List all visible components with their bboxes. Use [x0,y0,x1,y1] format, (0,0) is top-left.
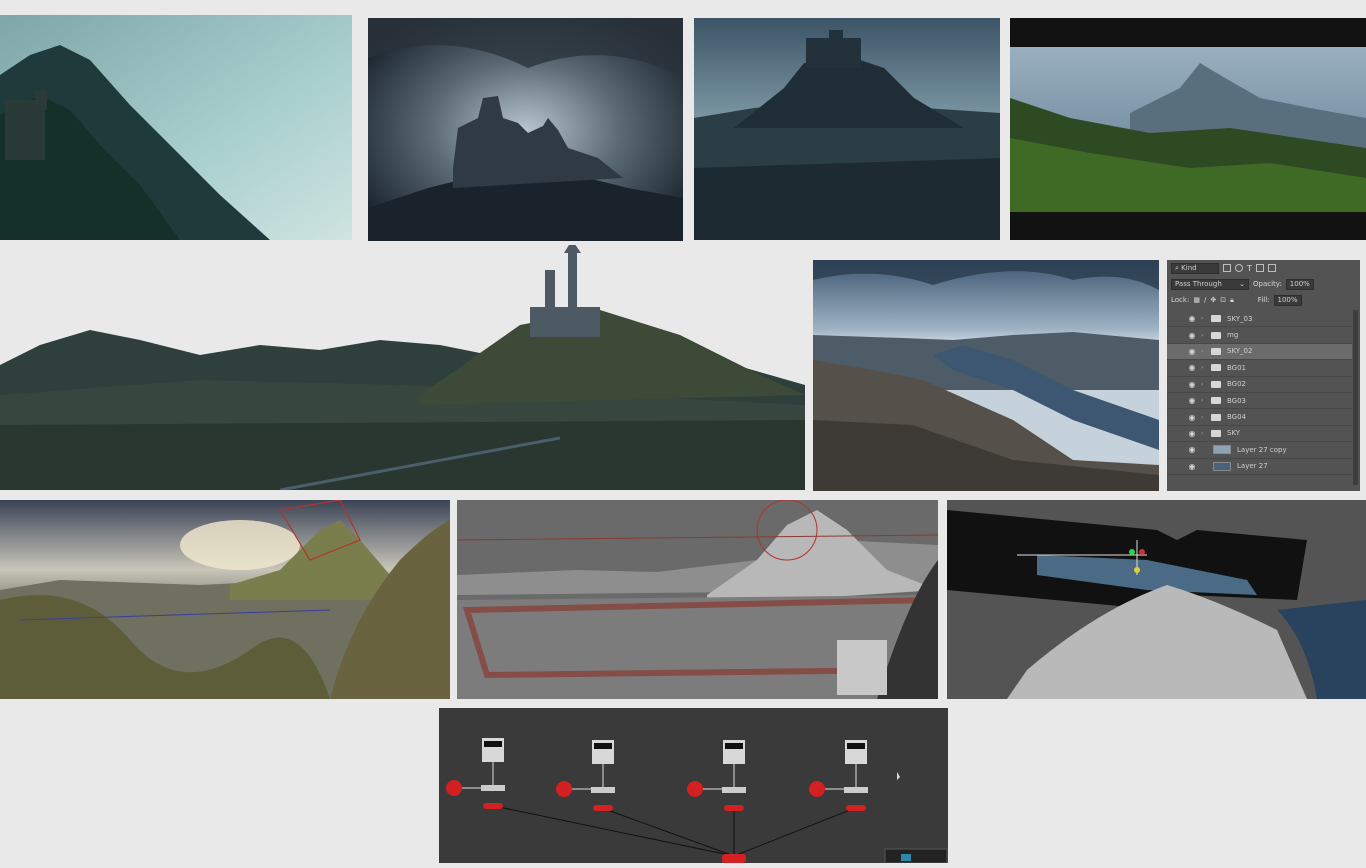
eye-icon[interactable]: ◉ [1187,363,1197,372]
chevron-right-icon[interactable]: › [1201,348,1209,355]
chevron-right-icon[interactable]: › [1201,364,1209,371]
eye-icon[interactable]: ◉ [1187,347,1197,356]
opacity-input[interactable]: 100% [1285,278,1314,290]
lock-label: Lock: [1171,296,1190,304]
navigator-minimap[interactable] [884,848,948,863]
lock-icon[interactable]: 🔒︎ [1230,296,1234,305]
brush-icon[interactable]: / [1204,296,1206,304]
layer-thumbnail [1213,445,1231,455]
eye-icon[interactable]: ◉ [1187,396,1197,405]
eye-icon[interactable]: ◉ [1187,380,1197,389]
viewport-terrain-projection [947,500,1366,699]
layer-row[interactable]: ◉ › BG02 [1167,377,1352,393]
filter-smart-icon[interactable] [1267,264,1276,272]
concept-image-storm-castle [368,18,683,241]
artboard-icon[interactable]: ⊡ [1220,296,1226,304]
layer-row-selected[interactable]: ◉ › SKY_02 [1167,343,1352,361]
layer-kind-filter[interactable]: ⌕ Kind [1171,262,1219,274]
layer-thumbnail [1213,461,1231,471]
layer-row[interactable]: ◉ › BG03 [1167,393,1352,410]
chevron-right-icon[interactable]: › [1201,414,1209,421]
chevron-right-icon[interactable]: › [1201,332,1209,339]
layer-row[interactable]: ◉ › BG01 [1167,360,1352,377]
folder-icon [1211,380,1221,388]
folder-icon [1211,347,1221,355]
concept-image-mountain-fortress [0,15,352,240]
eye-icon[interactable]: ◉ [1187,445,1197,454]
layer-row[interactable]: ◉ › BG04 [1167,409,1352,426]
eye-icon[interactable]: ◉ [1187,462,1197,471]
layer-row[interactable]: ◉ › mg [1167,327,1352,344]
eye-icon[interactable]: ◉ [1187,314,1197,323]
layers-filter-bar: ⌕ Kind T [1171,262,1350,274]
layers-scrollbar[interactable] [1353,310,1358,485]
eye-icon[interactable]: ◉ [1187,413,1197,422]
folder-icon [1211,364,1221,372]
concept-image-jungle-mountain [1010,18,1366,240]
merge-node[interactable] [722,854,746,863]
move-icon[interactable]: ✥ [1210,296,1216,304]
filter-shape-icon[interactable] [1255,264,1264,272]
blend-row: Pass Through ⌄ Opacity: 100% [1171,278,1350,290]
filter-pixel-icon[interactable] [1223,264,1231,272]
layer-row[interactable]: ◉ › SKY_03 [1167,311,1352,328]
fill-label: Fill: [1257,296,1270,304]
viewport-clay-layout [457,500,938,699]
search-icon: ⌕ [1175,263,1179,272]
eye-icon[interactable]: ◉ [1187,331,1197,340]
layer-row[interactable]: ◉ Layer 27 copy [1167,442,1352,459]
render-castle-hill-landscape [0,245,805,490]
concept-image-hilltop-fortress [694,18,1000,240]
chevron-right-icon[interactable]: › [1201,315,1209,322]
chevron-right-icon[interactable]: › [1201,430,1209,437]
node-graph-editor[interactable] [439,708,948,863]
filter-adjustment-icon[interactable] [1235,264,1243,272]
fill-input[interactable]: 100% [1273,294,1302,306]
chevron-right-icon[interactable]: › [1201,381,1209,388]
filter-type-icon[interactable]: T [1247,264,1252,273]
layer-list: ◉ › SKY_03 ◉ › mg ◉ › SKY_02 ◉ › BG01 ◉ › BG02 ◉ › B… [1167,311,1352,475]
layer-row[interactable]: ◉ Layer 27 [1167,459,1352,475]
folder-icon [1211,397,1221,405]
photo-fjord-reference [813,260,1159,491]
blend-mode-select[interactable]: Pass Through ⌄ [1171,278,1249,290]
layers-panel: ⌕ Kind T Pass Through ⌄ Opacity: 100% Lo… [1167,260,1360,491]
lock-row: Lock: ▦ / ✥ ⊡ 🔒︎ Fill: 100% [1171,294,1350,306]
chevron-down-icon: ⌄ [1239,279,1245,288]
viewport-textured-terrain [0,500,450,699]
chevron-right-icon[interactable]: › [1201,397,1209,404]
folder-icon [1211,429,1221,437]
lock-transparent-icon[interactable]: ▦ [1193,296,1200,304]
eye-icon[interactable]: ◉ [1187,429,1197,438]
opacity-label: Opacity: [1253,280,1282,288]
layer-row[interactable]: ◉ › SKY [1167,426,1352,443]
folder-icon [1211,331,1221,339]
folder-icon [1211,315,1221,323]
folder-icon [1211,413,1221,421]
